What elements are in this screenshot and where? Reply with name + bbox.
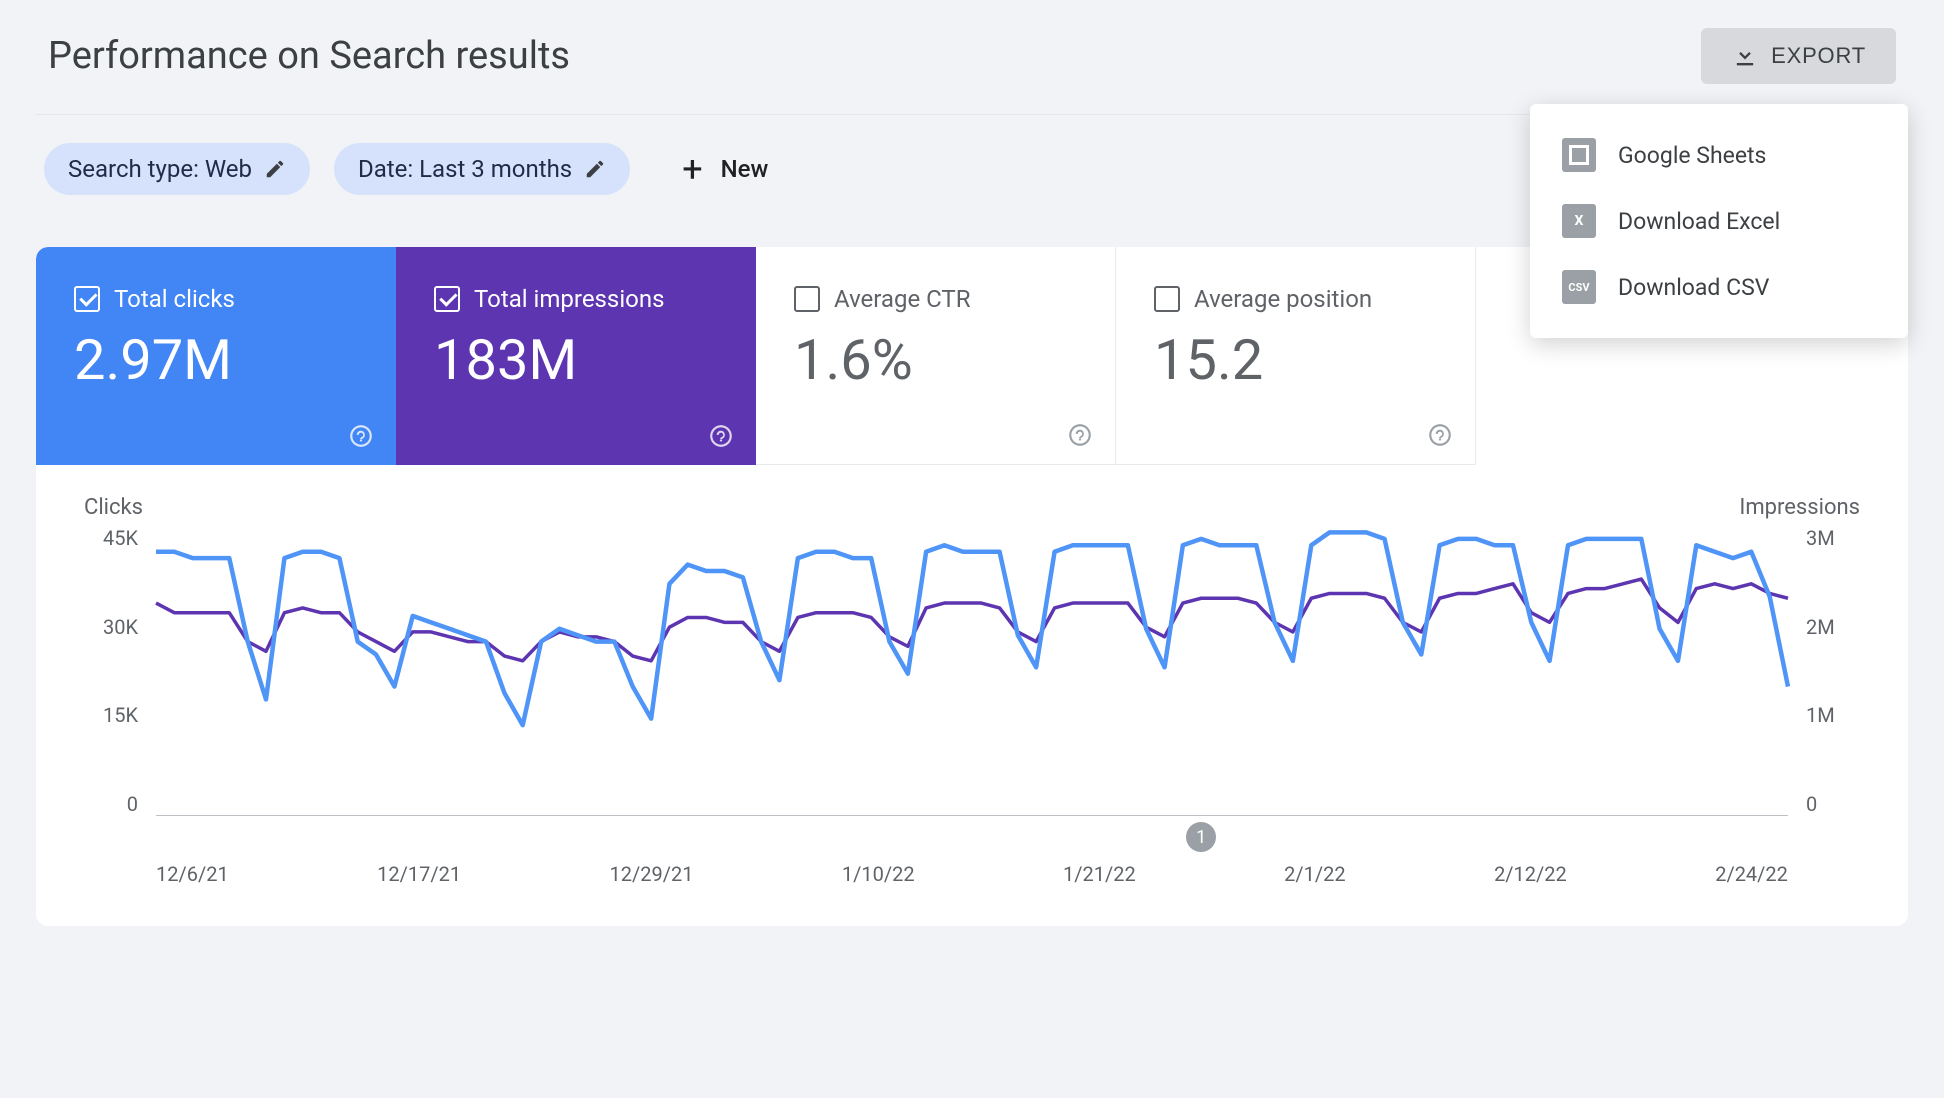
- help-icon[interactable]: [346, 421, 376, 451]
- help-icon[interactable]: [706, 421, 736, 451]
- export-menu: Google Sheets X Download Excel CSV Downl…: [1530, 104, 1908, 338]
- chart-area: Clicks Impressions 45K30K15K0 3M2M1M0 12…: [36, 465, 1908, 926]
- metric-total-clicks[interactable]: Total clicks 2.97M: [36, 247, 396, 465]
- filter-date-range-label: Date: Last 3 months: [358, 155, 572, 183]
- right-axis-ticks: 3M2M1M0: [1798, 526, 1868, 816]
- export-button[interactable]: EXPORT: [1701, 28, 1896, 84]
- export-google-sheets[interactable]: Google Sheets: [1530, 122, 1908, 188]
- right-axis-title: Impressions: [1739, 495, 1860, 520]
- export-excel[interactable]: X Download Excel: [1530, 188, 1908, 254]
- filter-date-range[interactable]: Date: Last 3 months: [334, 143, 630, 195]
- left-axis-title: Clicks: [84, 495, 143, 520]
- metric-value: 183M: [434, 327, 724, 393]
- help-icon[interactable]: [1065, 420, 1095, 450]
- pencil-icon: [264, 158, 286, 180]
- metric-label: Total impressions: [474, 285, 664, 313]
- excel-icon: X: [1562, 204, 1596, 238]
- export-csv-label: Download CSV: [1618, 274, 1769, 301]
- metric-checkbox[interactable]: [1154, 286, 1180, 312]
- metric-value: 2.97M: [74, 327, 364, 393]
- metric-value: 15.2: [1154, 327, 1443, 393]
- add-filter-button[interactable]: + New: [682, 151, 768, 187]
- pencil-icon: [584, 158, 606, 180]
- export-button-label: EXPORT: [1771, 43, 1866, 69]
- header: Performance on Search results EXPORT: [36, 28, 1908, 115]
- metric-label: Average CTR: [834, 285, 971, 313]
- metric-label: Average position: [1194, 285, 1372, 313]
- metric-value: 1.6%: [794, 327, 1083, 393]
- plus-icon: +: [682, 151, 702, 187]
- metric-average-ctr[interactable]: Average CTR 1.6%: [756, 247, 1116, 465]
- performance-card: Total clicks 2.97M Total impressions 183…: [36, 247, 1908, 926]
- annotation-marker[interactable]: 1: [1186, 822, 1216, 852]
- chart-wrap: 45K30K15K0 3M2M1M0 12/6/2112/17/2112/29/…: [76, 526, 1868, 856]
- metric-average-position[interactable]: Average position 15.2: [1116, 247, 1476, 465]
- sheets-icon: [1562, 138, 1596, 172]
- export-google-sheets-label: Google Sheets: [1618, 142, 1766, 169]
- metric-checkbox[interactable]: [794, 286, 820, 312]
- add-filter-label: New: [721, 155, 769, 183]
- chart-plot[interactable]: [156, 526, 1788, 816]
- metric-label: Total clicks: [114, 285, 235, 313]
- download-icon: [1731, 42, 1759, 70]
- help-icon[interactable]: [1425, 420, 1455, 450]
- export-csv[interactable]: CSV Download CSV: [1530, 254, 1908, 320]
- csv-icon: CSV: [1562, 270, 1596, 304]
- x-axis-ticks: 12/6/2112/17/2112/29/211/10/221/21/222/1…: [156, 862, 1788, 886]
- metric-total-impressions[interactable]: Total impressions 183M: [396, 247, 756, 465]
- filter-search-type-label: Search type: Web: [68, 155, 252, 183]
- export-excel-label: Download Excel: [1618, 208, 1780, 235]
- metric-checkbox[interactable]: [74, 286, 100, 312]
- filter-search-type[interactable]: Search type: Web: [44, 143, 310, 195]
- metric-checkbox[interactable]: [434, 286, 460, 312]
- left-axis-ticks: 45K30K15K0: [76, 526, 146, 816]
- page-title: Performance on Search results: [48, 34, 570, 78]
